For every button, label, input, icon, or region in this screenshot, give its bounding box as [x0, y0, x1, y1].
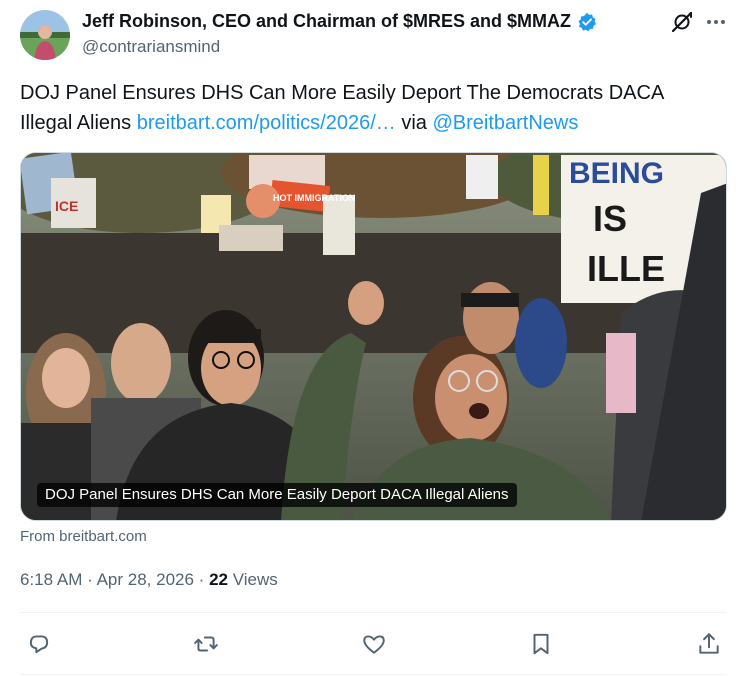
- meta-separator: ·: [87, 570, 93, 589]
- tweet-text: DOJ Panel Ensures DHS Can More Easily De…: [20, 78, 720, 138]
- verified-badge-icon: [577, 12, 597, 32]
- reply-icon[interactable]: [26, 631, 52, 657]
- tweet-time[interactable]: 6:18 AM: [20, 570, 82, 589]
- views-label: Views: [232, 570, 278, 589]
- author-handle[interactable]: @contrariansmind: [82, 37, 220, 57]
- share-icon[interactable]: [696, 631, 722, 657]
- protest-photo: BEING IS ILLE ICE HOT IMMIGRATION: [21, 153, 726, 520]
- sign-text-ille: ILLE: [587, 248, 665, 289]
- like-icon[interactable]: [361, 631, 387, 657]
- sign-text-is: IS: [593, 198, 627, 239]
- sign-text-immigration: HOT IMMIGRATION: [273, 193, 355, 203]
- avatar[interactable]: [20, 10, 70, 60]
- author-name-text[interactable]: Jeff Robinson, CEO and Chairman of $MRES…: [82, 11, 571, 32]
- author-display-name[interactable]: Jeff Robinson, CEO and Chairman of $MRES…: [82, 11, 597, 32]
- tweet-metadata: 6:18 AM · Apr 28, 2026 · 22 Views: [20, 570, 278, 590]
- article-link[interactable]: breitbart.com/politics/2026/…: [137, 112, 396, 134]
- link-card-caption[interactable]: DOJ Panel Ensures DHS Can More Easily De…: [37, 483, 517, 507]
- divider: [20, 612, 726, 613]
- divider: [20, 674, 726, 675]
- via-text: via: [401, 112, 427, 134]
- sign-text-ice: ICE: [55, 198, 78, 214]
- meta-separator: ·: [198, 570, 205, 589]
- bookmark-icon[interactable]: [528, 631, 554, 657]
- link-card-image[interactable]: BEING IS ILLE ICE HOT IMMIGRATION DOJ Pa…: [20, 152, 727, 521]
- retweet-icon[interactable]: [193, 631, 219, 657]
- mention-link[interactable]: @BreitbartNews: [432, 112, 578, 134]
- tweet-date[interactable]: Apr 28, 2026: [97, 570, 194, 589]
- link-card-source[interactable]: From breitbart.com: [20, 528, 147, 545]
- grok-icon[interactable]: [670, 10, 694, 34]
- sign-text-being: BEING: [569, 157, 664, 190]
- more-icon[interactable]: [704, 10, 728, 34]
- views-count: 22: [209, 570, 228, 589]
